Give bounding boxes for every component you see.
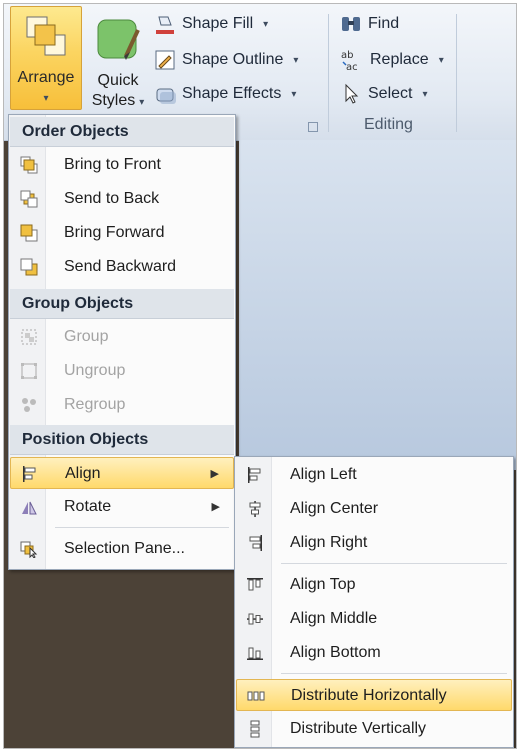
align-right-icon: [249, 535, 262, 551]
replace-button[interactable]: ab ac Replace ▾: [340, 46, 444, 74]
bring-forward-icon: [20, 224, 38, 242]
replace-icon: ab ac: [341, 50, 358, 72]
distribute-vertically-icon: [250, 720, 260, 738]
shape-fill-button[interactable]: Shape Fill ▾: [154, 10, 268, 38]
regroup-icon: [22, 398, 36, 412]
align-middle-icon: [247, 613, 263, 625]
quick-styles-icon: [97, 19, 140, 60]
arrange-button[interactable]: Arrange ▾: [10, 6, 82, 110]
editing-group-label: Editing: [364, 116, 413, 133]
slide-canvas: [239, 140, 516, 470]
distribute-vertically-item[interactable]: Distribute Vertically: [236, 713, 512, 745]
arrange-icon: [26, 16, 66, 56]
shape-outline-button[interactable]: Shape Outline ▾: [154, 46, 298, 74]
quick-styles-label-1: Quick: [97, 72, 139, 89]
shape-effects-button[interactable]: Shape Effects ▾: [154, 80, 296, 108]
regroup-item: Regroup: [10, 389, 234, 421]
order-objects-header: Order Objects: [10, 117, 234, 147]
svg-text:ab: ab: [341, 50, 353, 61]
align-top-icon: [247, 578, 263, 591]
paint-bucket-icon: [156, 16, 174, 34]
align-item[interactable]: Align ▶: [10, 457, 234, 489]
align-submenu: Align Left Align Center Align Right Alig…: [234, 456, 514, 748]
pencil-icon: [155, 50, 175, 70]
align-left-icon: [23, 466, 36, 482]
align-bottom-icon: [247, 647, 263, 660]
select-button[interactable]: Select ▾: [342, 80, 428, 108]
align-center-icon: [249, 501, 261, 517]
group-icon: [21, 329, 37, 345]
distribute-horizontally-icon: [247, 691, 265, 701]
quick-styles-label-2: Styles ▾: [91, 92, 145, 109]
distribute-horizontally-item[interactable]: Distribute Horizontally: [236, 679, 512, 711]
cursor-icon: [345, 83, 359, 104]
bring-forward-item[interactable]: Bring Forward: [10, 217, 234, 249]
quick-styles-button[interactable]: Quick Styles ▾: [86, 6, 150, 110]
chevron-down-icon: ▾: [43, 93, 49, 104]
align-top-item[interactable]: Align Top: [236, 569, 512, 601]
rotate-item[interactable]: Rotate ▶: [10, 491, 234, 523]
align-left-icon: [248, 467, 261, 483]
align-middle-item[interactable]: Align Middle: [236, 603, 512, 635]
ungroup-item: Ungroup: [10, 355, 234, 387]
send-backward-icon: [20, 258, 38, 276]
align-center-item[interactable]: Align Center: [236, 493, 512, 525]
send-to-back-icon: [20, 190, 38, 208]
bring-to-front-item[interactable]: Bring to Front: [10, 149, 234, 181]
align-right-item[interactable]: Align Right: [236, 527, 512, 559]
rotate-icon: [22, 501, 37, 515]
menu-separator: [281, 673, 507, 674]
arrange-label: Arrange: [17, 69, 75, 86]
group-item: Group: [10, 321, 234, 353]
find-button[interactable]: Find: [340, 10, 399, 38]
group-divider: [328, 14, 329, 132]
submenu-arrow-icon: ▶: [211, 501, 220, 513]
submenu-arrow-icon: ▶: [210, 468, 219, 480]
group-objects-header: Group Objects: [10, 289, 234, 319]
group-divider: [456, 14, 457, 132]
ungroup-icon: [21, 363, 37, 379]
shape-effects-icon: [156, 88, 176, 104]
dialog-launcher-icon[interactable]: [308, 122, 318, 132]
binoculars-icon: [342, 17, 360, 31]
send-to-back-item[interactable]: Send to Back: [10, 183, 234, 215]
align-bottom-item[interactable]: Align Bottom: [236, 637, 512, 669]
selection-pane-icon: [20, 541, 38, 558]
app-window: Arrange ▾ Quick Styles ▾ Shape Fill ▾ Sh…: [3, 3, 517, 749]
svg-text:ac: ac: [346, 62, 358, 72]
align-left-item[interactable]: Align Left: [236, 459, 512, 491]
arrange-menu: Order Objects Bring to Front Send to Bac…: [8, 114, 236, 570]
menu-separator: [55, 527, 229, 528]
send-backward-item[interactable]: Send Backward: [10, 251, 234, 283]
position-objects-header: Position Objects: [10, 425, 234, 455]
menu-separator: [281, 563, 507, 564]
selection-pane-item[interactable]: Selection Pane...: [10, 533, 234, 565]
bring-to-front-icon: [20, 156, 38, 174]
